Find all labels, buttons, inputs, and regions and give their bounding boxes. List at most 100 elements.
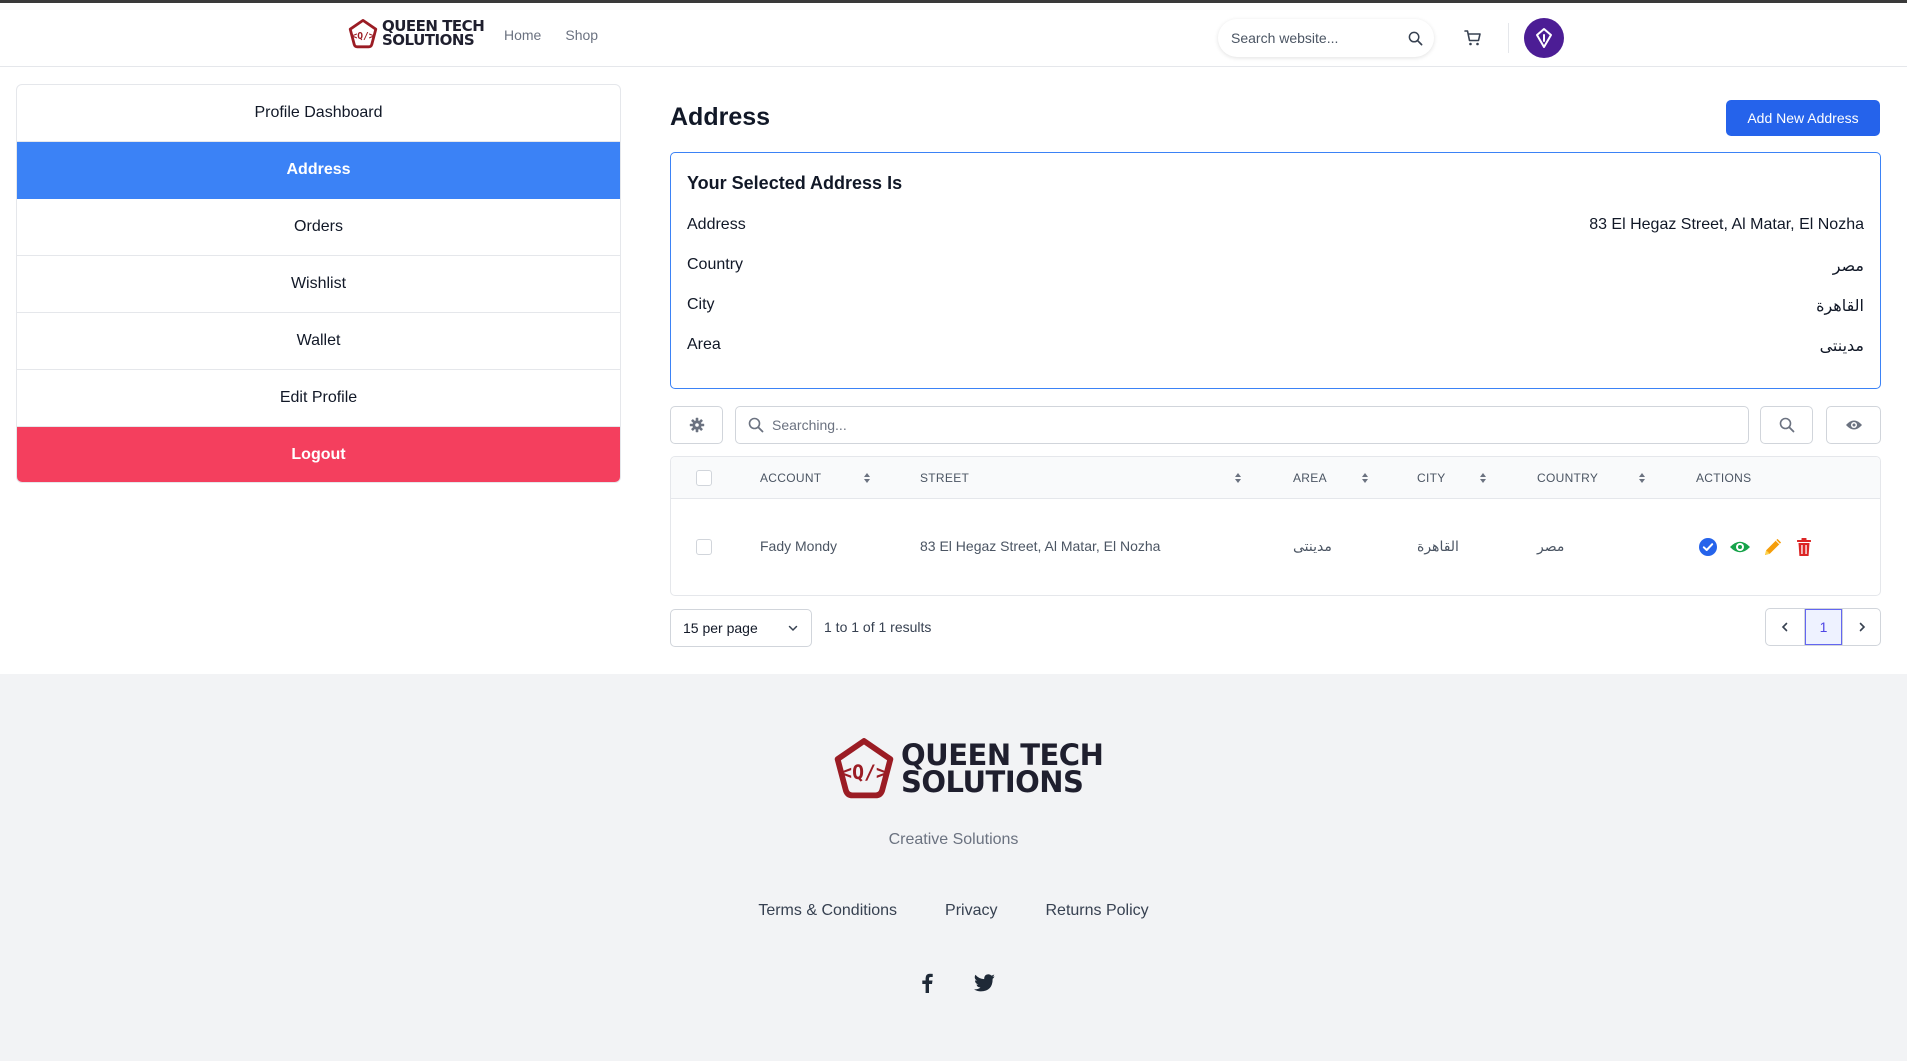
column-header-city[interactable]: CITY bbox=[1417, 471, 1446, 485]
delete-address-button[interactable] bbox=[1793, 536, 1815, 558]
sort-icon[interactable] bbox=[863, 472, 871, 484]
logo-mark-icon: <Q/> bbox=[348, 19, 378, 49]
header-search-button[interactable] bbox=[1396, 19, 1434, 57]
edit-address-button[interactable] bbox=[1762, 536, 1784, 558]
table-settings-button[interactable] bbox=[670, 406, 723, 444]
edit-pencil-icon bbox=[1765, 538, 1782, 555]
logo-mark-icon: <Q/> bbox=[834, 738, 894, 799]
selected-address-heading: Your Selected Address Is bbox=[687, 173, 903, 193]
sidebar-item-edit-profile[interactable]: Edit Profile bbox=[17, 370, 620, 427]
gear-icon bbox=[689, 417, 704, 433]
footer-tagline: Creative Solutions bbox=[888, 831, 1019, 848]
sort-icon[interactable] bbox=[1234, 472, 1242, 484]
selected-value: مصر bbox=[1832, 258, 1864, 275]
column-visibility-button[interactable] bbox=[1826, 406, 1881, 444]
column-header-actions: ACTIONS bbox=[1696, 471, 1752, 485]
selected-value: القاهرة bbox=[1816, 298, 1864, 315]
nav-shop[interactable]: Shop bbox=[565, 27, 598, 43]
avatar-icon bbox=[1536, 28, 1552, 48]
selected-label: Address bbox=[687, 216, 746, 233]
cart-icon bbox=[1464, 30, 1481, 46]
selected-label: Area bbox=[687, 336, 721, 353]
search-icon bbox=[1408, 31, 1422, 45]
next-page-button[interactable] bbox=[1842, 609, 1880, 645]
view-address-button[interactable] bbox=[1729, 536, 1751, 558]
sidebar-item-logout[interactable]: Logout bbox=[17, 427, 620, 482]
trash-icon bbox=[1797, 538, 1811, 556]
sidebar-item-wishlist[interactable]: Wishlist bbox=[17, 256, 620, 313]
facebook-link[interactable] bbox=[916, 972, 938, 994]
selected-row-address: Address 83 El Hegaz Street, Al Matar, El… bbox=[687, 216, 1864, 234]
table-search-input[interactable] bbox=[772, 417, 1672, 433]
selected-row-country: Country مصر bbox=[687, 256, 1864, 276]
select-all-checkbox[interactable] bbox=[696, 470, 712, 486]
cell-country: مصر bbox=[1537, 538, 1565, 554]
view-icon bbox=[1730, 541, 1750, 553]
sort-icon[interactable] bbox=[1479, 472, 1487, 484]
cell-area: مدينتى bbox=[1293, 538, 1332, 554]
selected-value: مدينتى bbox=[1819, 338, 1864, 355]
table-header: ACCOUNT STREET AREA CITY COUNTRY ACTIONS bbox=[671, 457, 1880, 499]
header-search bbox=[1218, 19, 1434, 57]
twitter-link[interactable] bbox=[973, 972, 995, 994]
chevron-right-icon bbox=[1859, 622, 1865, 632]
selected-label: Country bbox=[687, 256, 744, 273]
column-header-country[interactable]: COUNTRY bbox=[1537, 471, 1598, 485]
svg-text:<Q/>: <Q/> bbox=[840, 761, 888, 784]
previous-page-button[interactable] bbox=[1766, 609, 1804, 645]
check-circle-icon bbox=[1699, 538, 1717, 556]
page-1-button[interactable]: 1 bbox=[1804, 609, 1842, 645]
footer-logo[interactable]: <Q/> QUEEN TECH SOLUTIONS bbox=[831, 736, 1104, 802]
chevron-left-icon bbox=[1781, 622, 1788, 632]
per-page-value: 15 per page bbox=[683, 620, 758, 636]
cell-street: 83 El Hegaz Street, Al Matar, El Nozha bbox=[920, 538, 1161, 554]
footer-brand-name: QUEEN TECH SOLUTIONS bbox=[901, 741, 1104, 799]
column-header-account[interactable]: ACCOUNT bbox=[760, 471, 821, 485]
add-new-address-button[interactable]: Add New Address bbox=[1726, 100, 1880, 136]
cell-city: القاهرة bbox=[1417, 538, 1459, 554]
chevron-down-icon bbox=[788, 625, 798, 632]
column-header-area[interactable]: AREA bbox=[1293, 471, 1327, 485]
brand-line-2: SOLUTIONS bbox=[901, 765, 1084, 799]
footer-link-privacy[interactable]: Privacy bbox=[945, 902, 997, 920]
twitter-icon bbox=[973, 974, 995, 992]
sidebar-item-address[interactable]: Address bbox=[17, 142, 620, 199]
footer-links: Terms & Conditions Privacy Returns Polic… bbox=[0, 902, 1907, 920]
user-avatar[interactable] bbox=[1524, 18, 1564, 58]
facebook-icon bbox=[922, 973, 933, 993]
site-header: <Q/> QUEEN TECH SOLUTIONS Home Shop bbox=[0, 3, 1907, 67]
selected-address-card: Your Selected Address Is Address 83 El H… bbox=[670, 152, 1881, 389]
sidebar-item-profile-dashboard[interactable]: Profile Dashboard bbox=[17, 85, 620, 142]
sidebar-item-wallet[interactable]: Wallet bbox=[17, 313, 620, 370]
cell-account: Fady Mondy bbox=[760, 538, 838, 554]
select-address-button[interactable] bbox=[1697, 536, 1719, 558]
svg-text:<Q/>: <Q/> bbox=[351, 31, 374, 42]
profile-sidebar: Profile Dashboard Address Orders Wishlis… bbox=[16, 84, 621, 483]
header-search-input[interactable] bbox=[1231, 30, 1391, 46]
brand-name: QUEEN TECH SOLUTIONS bbox=[382, 19, 485, 49]
cart-button[interactable] bbox=[1463, 28, 1483, 48]
header-logo[interactable]: <Q/> QUEEN TECH SOLUTIONS bbox=[347, 18, 485, 50]
site-footer: <Q/> QUEEN TECH SOLUTIONS Creative Solut… bbox=[0, 674, 1907, 1061]
address-table: ACCOUNT STREET AREA CITY COUNTRY ACTIONS… bbox=[670, 456, 1881, 596]
results-summary: 1 to 1 of 1 results bbox=[824, 619, 932, 635]
nav-home[interactable]: Home bbox=[504, 27, 541, 43]
eye-icon bbox=[1845, 420, 1862, 430]
selected-row-area: Area مدينتى bbox=[687, 336, 1864, 356]
sort-icon[interactable] bbox=[1638, 472, 1646, 484]
sidebar-item-orders[interactable]: Orders bbox=[17, 199, 620, 256]
table-search-button[interactable] bbox=[1760, 406, 1813, 444]
per-page-select[interactable]: 15 per page bbox=[670, 609, 812, 647]
sort-icon[interactable] bbox=[1361, 472, 1369, 484]
row-checkbox[interactable] bbox=[696, 539, 712, 555]
selected-label: City bbox=[687, 296, 715, 313]
brand-line-2: SOLUTIONS bbox=[382, 31, 475, 49]
column-header-street[interactable]: STREET bbox=[920, 471, 969, 485]
header-divider bbox=[1508, 23, 1509, 53]
page-title: Address bbox=[670, 103, 771, 131]
main-nav: Home Shop bbox=[504, 27, 598, 43]
table-search bbox=[735, 406, 1749, 444]
footer-link-returns[interactable]: Returns Policy bbox=[1046, 902, 1149, 920]
footer-link-terms[interactable]: Terms & Conditions bbox=[758, 902, 897, 920]
search-icon bbox=[748, 417, 764, 433]
